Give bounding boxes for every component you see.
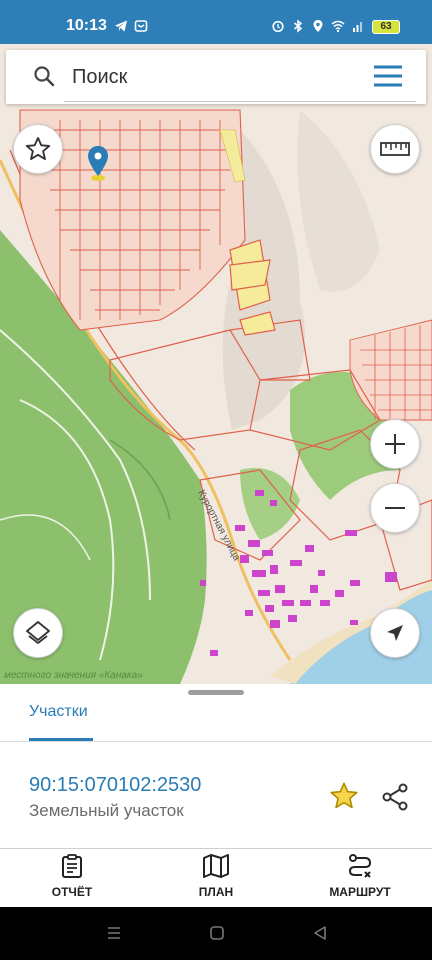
ruler-icon xyxy=(380,142,410,156)
search-underline xyxy=(64,101,416,102)
parcel-type: Земельный участок xyxy=(29,801,184,820)
map-canvas[interactable]: Курортная улица местного значения «Канак… xyxy=(0,44,432,684)
home-icon[interactable] xyxy=(209,925,225,941)
my-location-button[interactable] xyxy=(370,608,420,658)
cadastral-number-link[interactable]: 90:15:070102:2530 xyxy=(29,774,201,797)
telegram-icon xyxy=(115,20,127,32)
system-navigation-bar xyxy=(0,907,432,960)
battery-indicator: 63 xyxy=(372,20,400,34)
map-view[interactable]: Курортная улица местного значения «Канак… xyxy=(0,44,432,684)
favorites-button[interactable] xyxy=(13,124,63,174)
location-icon xyxy=(313,20,323,32)
share-icon[interactable] xyxy=(380,782,410,812)
navigation-arrow-icon xyxy=(387,625,403,641)
alarm-icon xyxy=(272,20,284,33)
hamburger-menu-icon[interactable] xyxy=(372,64,404,88)
nav-route-button[interactable]: МАРШРУТ xyxy=(305,853,415,905)
ruler-button[interactable] xyxy=(370,124,420,174)
nav-plan-button[interactable]: ПЛАН xyxy=(161,853,271,905)
wifi-icon xyxy=(331,20,345,33)
tab-divider xyxy=(0,741,432,742)
layers-icon xyxy=(26,621,50,644)
zoom-out-button[interactable] xyxy=(370,483,420,533)
status-left-icons xyxy=(114,19,148,33)
map-plan-icon xyxy=(203,854,229,878)
status-time: 10:13 xyxy=(66,17,107,34)
plus-icon xyxy=(385,434,405,454)
star-filled-icon[interactable] xyxy=(328,780,360,812)
signal-icon xyxy=(353,22,362,32)
zoom-in-button[interactable] xyxy=(370,419,420,469)
area-label: местного значения «Канака» xyxy=(4,670,143,681)
status-bar: 10:13 63 xyxy=(0,0,432,44)
search-input[interactable] xyxy=(72,62,352,92)
app-icon xyxy=(134,20,148,32)
sheet-drag-handle[interactable] xyxy=(188,690,244,695)
back-icon[interactable] xyxy=(312,925,328,941)
nav-route-label: МАРШРУТ xyxy=(329,885,391,899)
nav-plan-label: ПЛАН xyxy=(198,885,234,899)
recent-apps-icon[interactable] xyxy=(106,925,122,941)
search-icon[interactable] xyxy=(32,64,56,88)
report-icon xyxy=(62,854,82,878)
layers-button[interactable] xyxy=(13,608,63,658)
route-icon xyxy=(348,854,372,878)
nav-report-label: ОТЧЁТ xyxy=(51,885,93,899)
bluetooth-icon xyxy=(294,19,303,33)
star-outline-icon xyxy=(25,136,51,160)
status-right-icons xyxy=(271,19,365,33)
tab-parcels[interactable]: Участки xyxy=(29,703,88,721)
minus-icon xyxy=(385,507,405,509)
nav-report-button[interactable]: ОТЧЁТ xyxy=(17,853,127,905)
